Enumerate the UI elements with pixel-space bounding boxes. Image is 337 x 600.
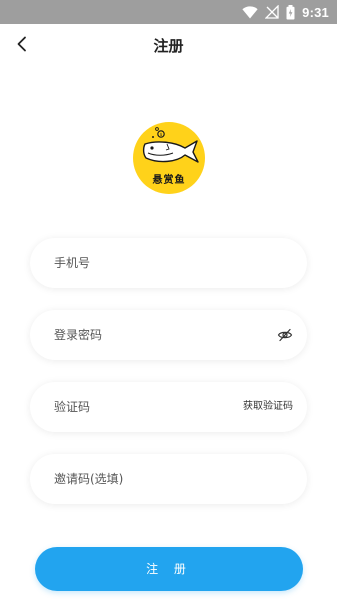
password-input[interactable] xyxy=(54,310,254,360)
page-title: 注册 xyxy=(153,37,184,55)
phone-field xyxy=(30,238,307,288)
svg-text:$: $ xyxy=(160,132,163,137)
battery-icon xyxy=(286,4,295,19)
phone-input[interactable] xyxy=(54,238,254,288)
invite-field xyxy=(30,454,307,504)
status-time: 9:31 xyxy=(302,4,329,20)
invite-code-input[interactable] xyxy=(54,454,254,504)
register-button[interactable]: 注 册 xyxy=(35,547,303,591)
wifi-icon xyxy=(242,5,258,18)
code-field: 获取验证码 xyxy=(30,382,307,432)
status-bar: 9:31 xyxy=(0,0,337,24)
password-field xyxy=(30,310,307,360)
logo-text: 悬赏鱼 xyxy=(152,175,186,186)
nav-bar: 注册 xyxy=(0,24,337,66)
get-code-button[interactable]: 获取验证码 xyxy=(243,382,293,432)
code-input[interactable] xyxy=(54,382,224,432)
app-logo: $ 悬赏鱼 xyxy=(133,122,205,194)
eye-off-icon[interactable] xyxy=(277,327,293,343)
status-icons: 9:31 xyxy=(242,3,329,21)
signal-off-icon xyxy=(265,5,279,19)
